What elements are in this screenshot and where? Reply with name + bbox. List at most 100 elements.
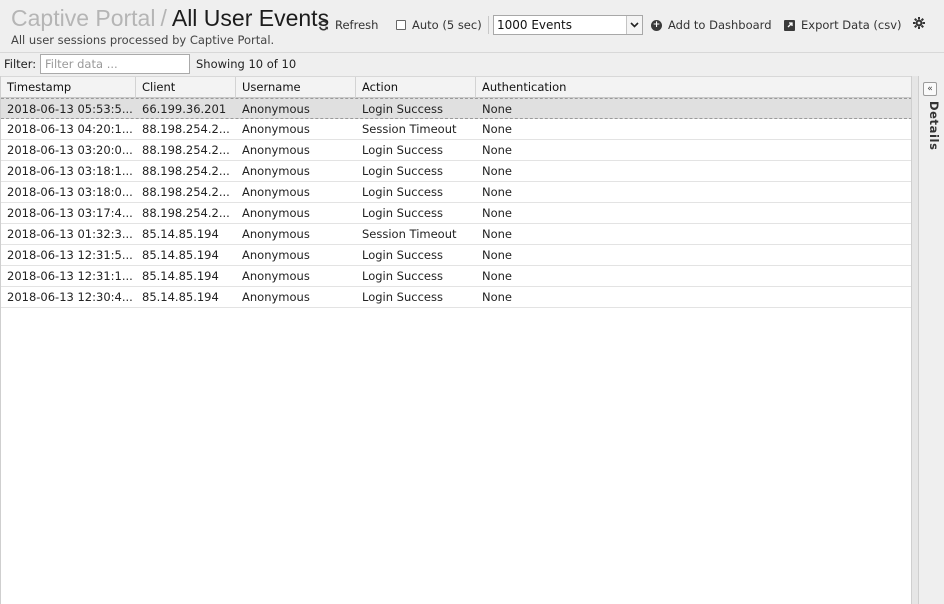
filter-bar: Filter: Showing 10 of 10: [0, 53, 944, 76]
cell-timestamp: 2018-06-13 03:20:0...: [7, 143, 133, 157]
cell-action: Login Success: [362, 164, 443, 178]
cell-authentication: None: [482, 290, 513, 304]
cell-username: Anonymous: [242, 227, 310, 241]
cell-timestamp: 2018-06-13 03:18:1...: [7, 164, 133, 178]
export-data-label: Export Data (csv): [801, 18, 902, 32]
refresh-icon: [318, 20, 329, 31]
cell-action: Login Success: [362, 143, 443, 157]
cell-client: 88.198.254.2...: [142, 164, 230, 178]
cell-action: Login Success: [362, 185, 443, 199]
breadcrumb-separator: /: [160, 5, 167, 31]
cell-username: Anonymous: [242, 206, 310, 220]
table-row[interactable]: 2018-06-13 03:20:0... 88.198.254.2... Anon…: [1, 140, 912, 161]
cell-authentication: None: [482, 102, 513, 116]
toolbar-divider: [488, 16, 489, 34]
cell-action: Session Timeout: [362, 227, 457, 241]
double-chevron-left-icon[interactable]: «: [923, 82, 937, 96]
cell-client: 88.198.254.2...: [142, 185, 230, 199]
cell-username: Anonymous: [242, 164, 310, 178]
column-header-authentication[interactable]: Authentication: [476, 77, 912, 98]
column-header-client[interactable]: Client: [136, 77, 236, 98]
cell-username: Anonymous: [242, 290, 310, 304]
column-header-username[interactable]: Username: [236, 77, 356, 98]
page-subtitle: All user sessions processed by Captive P…: [11, 33, 275, 47]
refresh-label: Refresh: [335, 18, 379, 32]
vertical-scrollbar[interactable]: [911, 76, 918, 604]
cell-client: 88.198.254.2...: [142, 122, 230, 136]
details-panel[interactable]: « Details: [918, 76, 944, 604]
cell-timestamp: 2018-06-13 12:31:5...: [7, 248, 133, 262]
cell-username: Anonymous: [242, 248, 310, 262]
table-header: Timestamp Client Username Action Authent…: [1, 76, 912, 98]
cell-client: 88.198.254.2...: [142, 143, 230, 157]
column-header-action[interactable]: Action: [356, 77, 476, 98]
filter-input[interactable]: [40, 54, 190, 74]
external-link-icon: [784, 19, 795, 31]
auto-refresh-label: Auto (5 sec): [412, 18, 482, 32]
cell-action: Login Success: [362, 290, 443, 304]
page-header: Captive Portal / All User Events All user …: [0, 0, 944, 53]
export-data-button[interactable]: Export Data (csv): [784, 14, 902, 36]
gear-icon: [913, 17, 925, 33]
cell-client: 66.199.36.201: [142, 102, 227, 116]
table-row[interactable]: 2018-06-13 12:31:1... 85.14.85.194 Anonymo…: [1, 266, 912, 287]
refresh-button[interactable]: Refresh: [318, 14, 378, 36]
cell-authentication: None: [482, 248, 513, 262]
cell-client: 85.14.85.194: [142, 290, 219, 304]
page-title: Captive Portal / All User Events: [11, 4, 329, 32]
cell-action: Session Timeout: [362, 122, 457, 136]
auto-refresh-checkbox[interactable]: [396, 20, 406, 30]
cell-timestamp: 2018-06-13 03:17:4...: [7, 206, 133, 220]
page-title-text: All User Events: [171, 5, 330, 31]
cell-timestamp: 2018-06-13 01:32:3...: [7, 227, 133, 241]
auto-refresh-toggle[interactable]: Auto (5 sec): [396, 14, 482, 36]
cell-authentication: None: [482, 122, 513, 136]
events-table: Timestamp Client Username Action Authent…: [0, 76, 912, 604]
events-limit-value: 1000 Events: [497, 18, 572, 32]
cell-username: Anonymous: [242, 122, 310, 136]
cell-username: Anonymous: [242, 269, 310, 283]
cell-client: 85.14.85.194: [142, 227, 219, 241]
cell-authentication: None: [482, 269, 513, 283]
cell-timestamp: 2018-06-13 12:30:4...: [7, 290, 133, 304]
breadcrumb-root[interactable]: Captive Portal: [11, 5, 155, 31]
cell-client: 85.14.85.194: [142, 269, 219, 283]
table-row[interactable]: 2018-06-13 03:17:4... 88.198.254.2... Anon…: [1, 203, 912, 224]
chevron-down-icon[interactable]: [626, 16, 642, 34]
cell-client: 88.198.254.2...: [142, 206, 230, 220]
cell-action: Login Success: [362, 248, 443, 262]
table-row[interactable]: 2018-06-13 05:53:5... 66.199.36.201 Anonym…: [1, 98, 912, 119]
cell-action: Login Success: [362, 206, 443, 220]
cell-timestamp: 2018-06-13 12:31:1...: [7, 269, 133, 283]
cell-timestamp: 2018-06-13 05:53:5...: [7, 102, 133, 116]
cell-authentication: None: [482, 164, 513, 178]
table-row[interactable]: 2018-06-13 01:32:3... 85.14.85.194 Anonymo…: [1, 224, 912, 245]
cell-action: Login Success: [362, 102, 443, 116]
table-row[interactable]: 2018-06-13 03:18:1... 88.198.254.2... Anon…: [1, 161, 912, 182]
filter-label: Filter:: [4, 57, 37, 71]
showing-count: Showing 10 of 10: [196, 57, 297, 71]
cell-username: Anonymous: [242, 143, 310, 157]
add-to-dashboard-button[interactable]: + Add to Dashboard: [651, 14, 772, 36]
cell-username: Anonymous: [242, 185, 310, 199]
table-row[interactable]: 2018-06-13 12:31:5... 85.14.85.194 Anonymo…: [1, 245, 912, 266]
table-row[interactable]: 2018-06-13 03:18:0... 88.198.254.2... Anon…: [1, 182, 912, 203]
table-row[interactable]: 2018-06-13 04:20:1... 88.198.254.2... Anon…: [1, 119, 912, 140]
cell-action: Login Success: [362, 269, 443, 283]
details-panel-label[interactable]: Details: [927, 101, 941, 151]
plus-circle-icon: +: [651, 19, 662, 31]
cell-authentication: None: [482, 227, 513, 241]
cell-authentication: None: [482, 185, 513, 199]
settings-button[interactable]: [913, 14, 925, 36]
cell-timestamp: 2018-06-13 03:18:0...: [7, 185, 133, 199]
add-to-dashboard-label: Add to Dashboard: [668, 18, 772, 32]
cell-authentication: None: [482, 143, 513, 157]
cell-username: Anonymous: [242, 102, 310, 116]
cell-timestamp: 2018-06-13 04:20:1...: [7, 122, 133, 136]
table-body: 2018-06-13 05:53:5... 66.199.36.201 Anonym…: [1, 98, 912, 308]
events-limit-select[interactable]: 1000 Events: [493, 15, 643, 35]
cell-client: 85.14.85.194: [142, 248, 219, 262]
cell-authentication: None: [482, 206, 513, 220]
table-row[interactable]: 2018-06-13 12:30:4... 85.14.85.194 Anonymo…: [1, 287, 912, 308]
column-header-timestamp[interactable]: Timestamp: [1, 77, 136, 98]
